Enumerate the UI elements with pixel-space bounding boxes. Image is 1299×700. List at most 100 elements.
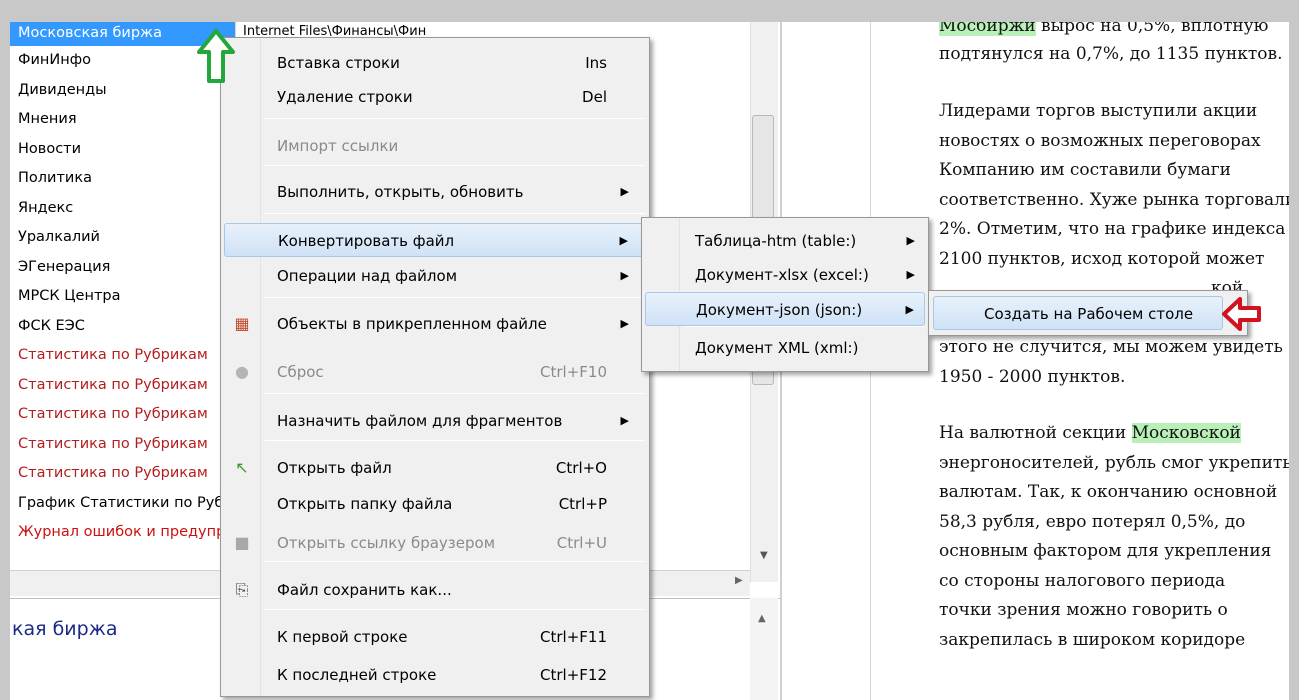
list-item[interactable]: Статистика по Рубрикам — [10, 430, 235, 460]
document-line: 2100 пунктов, исход которой может — [939, 249, 1264, 269]
menu-item[interactable]: ⎘ Файл сохранить как... — [224, 573, 647, 607]
menu-separator — [265, 213, 645, 214]
submenu-arrow-icon: ▶ — [906, 268, 915, 281]
document-line: соответственно. Хуже рынка торговались — [939, 190, 1299, 210]
submenu-item-label: Документ-xlsx (excel:) — [695, 266, 869, 284]
document-text: этого не случится, мы можем увидеть — [939, 337, 1283, 357]
document-text: основным фактором для укрепления — [939, 541, 1272, 561]
document-line: 2%. Отметим, что на графике индекса — [939, 219, 1285, 239]
menu-separator — [265, 609, 645, 610]
menu-item-label: Назначить файлом для фрагментов — [277, 412, 563, 430]
list-item[interactable]: ФСК ЕЭС — [10, 312, 235, 342]
scroll-down-arrow-icon[interactable]: ▼ — [760, 550, 768, 561]
document-text: вырос на 0,5%, вплотную — [1035, 22, 1269, 36]
menu-item-shortcut: Ctrl+P — [558, 495, 607, 513]
menu-item-shortcut: Ins — [585, 54, 607, 72]
document-text: 2%. Отметим, что на графике индекса — [939, 219, 1286, 239]
menu-item[interactable]: Вставка строки Ins — [224, 46, 647, 80]
submenu-arrow-icon: ▶ — [620, 185, 629, 198]
menu-item-shortcut: Ctrl+F10 — [540, 363, 607, 381]
menu-item[interactable]: ↖ Открыть файл Ctrl+O — [224, 451, 647, 485]
document-text: Компанию им составили бумаги — [939, 160, 1231, 180]
menu-item[interactable]: Конвертировать файл ▶ — [224, 223, 647, 257]
list-item[interactable]: График Статистики по Рубрикам — [10, 489, 235, 519]
menu-item-shortcut: Ctrl+F12 — [540, 666, 607, 684]
document-line: валютам. Так, к окончанию основной — [939, 482, 1277, 502]
menu-item[interactable]: Удаление строки Del — [224, 80, 647, 114]
document-text: новостях о возможных переговорах — [939, 131, 1261, 151]
menu-item-label: Выполнить, открыть, обновить — [277, 183, 524, 201]
list-item[interactable]: Статистика по Рубрикам — [10, 371, 235, 401]
menu-separator — [265, 440, 645, 441]
list-item[interactable]: Новости — [10, 135, 235, 165]
menu-item-shortcut: Ctrl+O — [555, 459, 607, 477]
document-text: энергоносителей, рубль смог укрепиться — [939, 453, 1299, 473]
menu-separator — [265, 561, 645, 562]
menu-item-label: К первой строке — [277, 628, 408, 646]
submenu-arrow-icon: ▶ — [619, 234, 628, 247]
document-text: закрепилась в широком коридоре — [939, 630, 1246, 650]
scroll-right-arrow-icon[interactable]: ▶ — [735, 575, 743, 586]
submenu-arrow-icon: ▶ — [905, 303, 914, 316]
menu-item-label: Открыть ссылку браузером — [277, 534, 496, 552]
menu-item-label: К последней строке — [277, 666, 437, 684]
menu-item[interactable]: К последней строке Ctrl+F12 — [224, 658, 647, 692]
menu-item[interactable]: Выполнить, открыть, обновить ▶ — [224, 175, 647, 209]
document-line: подтянулся на 0,7%, до 1135 пунктов. — [939, 44, 1283, 64]
submenu-item[interactable]: Документ-json (json:) ▶ — [645, 292, 925, 326]
document-text: со стороны налогового периода — [939, 571, 1226, 591]
list-item[interactable]: Политика — [10, 164, 235, 194]
list-item[interactable]: Статистика по Рубрикам — [10, 459, 235, 489]
json-submenu: Создать на Рабочем столе — [928, 290, 1248, 336]
list-item[interactable]: Статистика по Рубрикам — [10, 341, 235, 371]
list-item[interactable]: Статистика по Рубрикам — [10, 400, 235, 430]
submenu-arrow-icon: ▶ — [906, 234, 915, 247]
document-text: На валютной секции — [939, 423, 1132, 443]
menu-separator — [265, 165, 645, 166]
submenu-item[interactable]: Документ XML (xml:) — [645, 331, 925, 365]
menu-item: ● Сброс Ctrl+F10 — [224, 355, 647, 389]
preview-text: кая биржа — [12, 618, 118, 640]
menu-item[interactable]: Операции над файлом ▶ — [224, 259, 647, 293]
scroll-up-arrow-icon[interactable]: ▲ — [758, 613, 766, 624]
list-item[interactable]: Уралкалий — [10, 223, 235, 253]
menu-item-label: Открыть файл — [277, 459, 392, 477]
document-text: Лидерами торгов выступили акции — [939, 101, 1258, 121]
menu-separator — [265, 393, 645, 394]
document-text: подтянулся на 0,7%, до 1135 пунктов. — [939, 44, 1283, 64]
document-line: 58,3 рубля, евро потерял 0,5%, до — [939, 512, 1245, 532]
reset-icon: ● — [235, 362, 249, 381]
menu-item[interactable]: ▦ Объекты в прикрепленном файле ▶ — [224, 307, 647, 341]
list-item[interactable]: ЭГенерация — [10, 253, 235, 283]
submenu-item-label: Документ XML (xml:) — [695, 339, 859, 357]
menu-item-shortcut: Del — [582, 88, 607, 106]
create-on-desktop-item[interactable]: Создать на Рабочем столе — [933, 296, 1223, 330]
menu-item[interactable]: Открыть папку файла Ctrl+P — [224, 487, 647, 521]
document-line: На валютной секции Московской — [939, 423, 1241, 443]
document-line: энергоносителей, рубль смог укрепиться — [939, 453, 1299, 473]
menu-item[interactable]: Назначить файлом для фрагментов ▶ — [224, 404, 647, 438]
document-line: со стороны налогового периода — [939, 571, 1225, 591]
menu-item-label: Удаление строки — [277, 88, 413, 106]
topics-list[interactable]: Московская биржа ФинИнфо Дивиденды Мнения Но… — [10, 22, 235, 592]
menu-item-label: Открыть папку файла — [277, 495, 453, 513]
list-item[interactable]: Журнал ошибок и предупреждений — [10, 518, 235, 548]
submenu-item-label: Документ-json (json:) — [696, 301, 863, 319]
highlighted-term: Московской — [1131, 423, 1241, 443]
list-item[interactable]: Яндекс — [10, 194, 235, 224]
submenu-item[interactable]: Документ-xlsx (excel:) ▶ — [645, 258, 925, 292]
right-border — [1289, 0, 1299, 700]
document-line: Лидерами торгов выступили акции — [939, 101, 1257, 121]
browser-icon: ■ — [234, 533, 250, 552]
menu-item-label: Файл сохранить как... — [277, 581, 452, 599]
list-item[interactable]: МРСК Центра — [10, 282, 235, 312]
submenu-item[interactable]: Таблица-htm (table:) ▶ — [645, 224, 925, 258]
menu-item-label: Импорт ссылки — [277, 137, 399, 155]
list-item[interactable]: Мнения — [10, 105, 235, 135]
menu-item[interactable]: К первой строке Ctrl+F11 — [224, 620, 647, 654]
menu-item-label: Вставка строки — [277, 54, 400, 72]
menu-item: Импорт ссылки — [224, 129, 647, 163]
top-border — [0, 0, 1299, 22]
document-view: Мосбиржи вырос на 0,5%, вплотную подтянул… — [871, 22, 1299, 700]
convert-submenu: Таблица-htm (table:) ▶ Документ-xlsx (exce… — [641, 217, 929, 372]
